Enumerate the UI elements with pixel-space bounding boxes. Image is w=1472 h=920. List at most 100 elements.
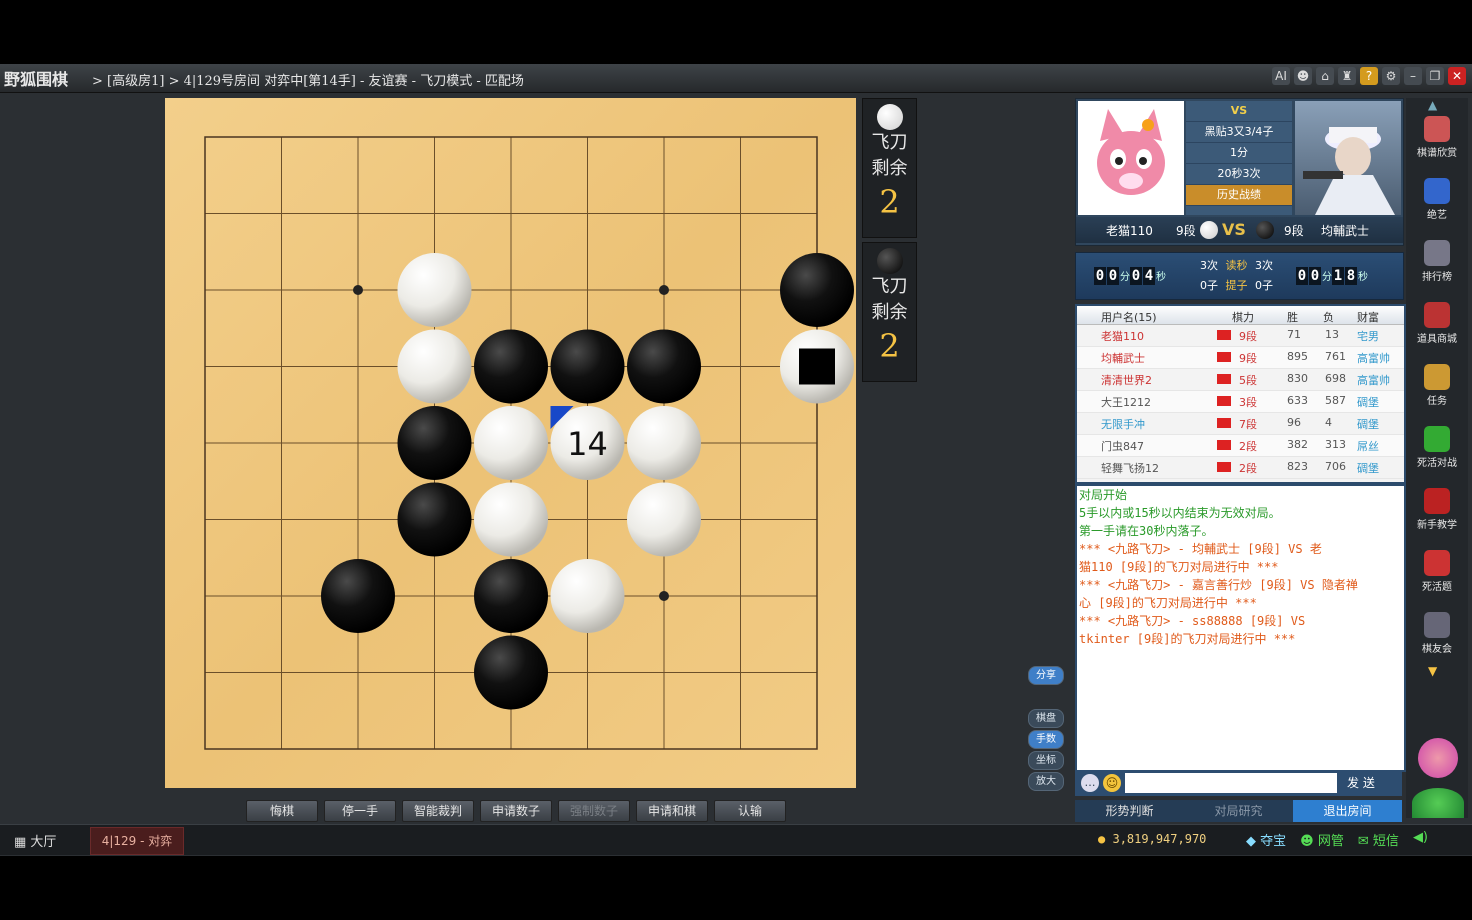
white-stone	[627, 406, 701, 480]
ai-icon[interactable]: AI	[1272, 67, 1290, 85]
main-time: 1分	[1186, 143, 1292, 164]
history-button[interactable]: 历史战绩	[1186, 185, 1292, 206]
right-player-rank: 9段	[1284, 224, 1304, 238]
user-row[interactable]: 清清世界2 5段 830 698 高富帅	[1077, 369, 1404, 391]
sidebar-item[interactable]: 死活对战	[1406, 426, 1468, 469]
sidebar-item[interactable]: 排行榜	[1406, 240, 1468, 283]
help-icon[interactable]: ?	[1360, 67, 1378, 85]
user-row[interactable]: 轻舞飞扬12 2段 823 706 碉堡	[1077, 457, 1404, 479]
coordinates-button[interactable]: 坐标	[1028, 751, 1064, 770]
sidebar-item[interactable]: 棋友会	[1406, 612, 1468, 655]
flag-icon	[1217, 330, 1231, 340]
board-grid[interactable]: 14	[165, 98, 856, 788]
undo-button[interactable]: 悔棋	[246, 800, 318, 822]
treasure-button[interactable]: ◆ 夺宝	[1246, 830, 1286, 849]
home-icon[interactable]: ⌂	[1316, 67, 1334, 85]
user-rank: 9段	[1239, 330, 1257, 343]
black-stone	[627, 329, 701, 404]
net-admin-button[interactable]: ☻ 网管	[1300, 830, 1344, 849]
player-right-avatar[interactable]	[1295, 101, 1401, 215]
user-wealth: 宅男	[1357, 330, 1379, 343]
black-stone	[780, 253, 854, 327]
send-button[interactable]: 发 送	[1347, 774, 1375, 791]
player-left-avatar[interactable]	[1078, 101, 1184, 215]
flag-icon	[1217, 374, 1231, 384]
sidebar-item[interactable]: 道具商城	[1406, 302, 1468, 345]
col-wins[interactable]: 胜	[1287, 309, 1298, 325]
shirt-icon[interactable]: ♜	[1338, 67, 1356, 85]
share-button[interactable]: 分享	[1028, 666, 1064, 685]
sidebar-item[interactable]: 任务	[1406, 364, 1468, 407]
user-wins: 71	[1287, 328, 1301, 341]
col-rank[interactable]: 棋力	[1232, 309, 1254, 325]
user-row[interactable]: 大王1212 3段 633 587 碉堡	[1077, 391, 1404, 413]
request-count-button[interactable]: 申请数子	[480, 800, 552, 822]
app-window: 野狐围棋 > [高级房1] > 4|129号房间 对弈中[第14手] - 友谊赛…	[0, 64, 1472, 856]
user-row[interactable]: 老猫110 9段 71 13 宅男	[1077, 325, 1404, 347]
scroll-up-icon[interactable]: ▲	[1428, 98, 1437, 112]
user-row[interactable]: 无限手冲 7段 96 4 碉堡	[1077, 413, 1404, 435]
taskbar: ▦ 大厅 4|129 - 对弈 ● 3,819,947,970 ◆ 夺宝 ☻ 网…	[0, 824, 1472, 855]
chat-message: *** <九路飞刀> - ss88888 [9段] VS	[1079, 614, 1306, 628]
resign-button[interactable]: 认输	[714, 800, 786, 822]
sms-button[interactable]: ✉ 短信	[1358, 830, 1399, 849]
user-wealth: 高富帅	[1357, 352, 1390, 365]
col-wealth[interactable]: 财富	[1357, 309, 1379, 325]
user-losses: 706	[1325, 460, 1346, 473]
scroll-down-icon[interactable]: ▼	[1428, 664, 1437, 678]
clock-digit: 8	[1345, 267, 1357, 285]
user-row[interactable]: 门虫847 2段 382 313 屌丝	[1077, 435, 1404, 457]
zoom-button[interactable]: 放大	[1028, 772, 1064, 791]
user-icon[interactable]: ☻	[1294, 67, 1312, 85]
gear-icon[interactable]: ⚙	[1382, 67, 1400, 85]
problem-icon	[1424, 550, 1450, 576]
right-captures: 0子	[1255, 279, 1273, 292]
force-count-button[interactable]: 强制数子	[558, 800, 630, 822]
ranking-icon	[1424, 240, 1450, 266]
go-board[interactable]: 14	[165, 98, 856, 788]
remaining-label: 剩余	[871, 302, 908, 323]
exit-room-button[interactable]: 退出房间	[1293, 800, 1402, 822]
sidebar-item[interactable]: 新手教学	[1406, 488, 1468, 531]
sidebar-item[interactable]: 死活题	[1406, 550, 1468, 593]
user-row[interactable]: 均輔武士 9段 895 761 高富帅	[1077, 347, 1404, 369]
versus-panel: VS 黑贴3又3/4子 1分 20秒3次 历史战绩 老猫110 9段 VS 9段…	[1075, 98, 1404, 246]
white-stone	[474, 482, 548, 557]
user-list[interactable]: 用户名(15) 棋力 胜 负 财富 老猫110 9段 71 13 宅男 均輔武士 9段 895…	[1075, 304, 1406, 484]
flower-icon[interactable]	[1418, 738, 1458, 778]
clock-digit: 0	[1130, 267, 1142, 285]
right-clock: 00分18秒	[1296, 265, 1368, 285]
ai-judge-button[interactable]: 智能裁判	[402, 800, 474, 822]
chat-input[interactable]	[1125, 773, 1337, 793]
minimize-icon[interactable]: –	[1404, 67, 1422, 85]
restore-icon[interactable]: ❐	[1426, 67, 1444, 85]
room-tab[interactable]: 4|129 - 对弈	[90, 827, 184, 855]
sidebar-item[interactable]: 棋谱欣赏	[1406, 116, 1468, 159]
knife-count: 2	[879, 183, 900, 221]
move-number-button[interactable]: 手数	[1028, 730, 1064, 749]
study-button[interactable]: 对局研究	[1184, 800, 1293, 822]
request-draw-button[interactable]: 申请和棋	[636, 800, 708, 822]
clock-digit: 0	[1309, 267, 1321, 285]
user-name: 清清世界2	[1101, 374, 1152, 387]
board-button[interactable]: 棋盘	[1028, 709, 1064, 728]
close-icon[interactable]: ✕	[1448, 67, 1466, 85]
col-username[interactable]: 用户名(15)	[1101, 309, 1157, 325]
flag-icon	[1217, 396, 1231, 406]
col-losses[interactable]: 负	[1323, 309, 1334, 325]
emoji-icon[interactable]: ☺	[1103, 774, 1121, 792]
clock-digit: 0	[1107, 267, 1119, 285]
chat-message: *** <九路飞刀> - 嘉言善行炒 [9段] VS 隐者禅	[1079, 578, 1358, 592]
pass-button[interactable]: 停一手	[324, 800, 396, 822]
user-losses: 698	[1325, 372, 1346, 385]
volume-icon[interactable]: ◀)	[1413, 830, 1428, 849]
money-tree-icon[interactable]	[1412, 788, 1464, 818]
white-stone	[397, 253, 472, 327]
position-judge-button[interactable]: 形势判断	[1075, 800, 1184, 822]
sidebar-item[interactable]: 绝艺	[1406, 178, 1468, 221]
user-rank: 3段	[1239, 396, 1257, 409]
speech-bubble-icon[interactable]: …	[1081, 774, 1099, 792]
lobby-tab[interactable]: ▦ 大厅	[14, 831, 56, 850]
white-stone	[474, 406, 548, 480]
user-wins: 382	[1287, 438, 1308, 451]
